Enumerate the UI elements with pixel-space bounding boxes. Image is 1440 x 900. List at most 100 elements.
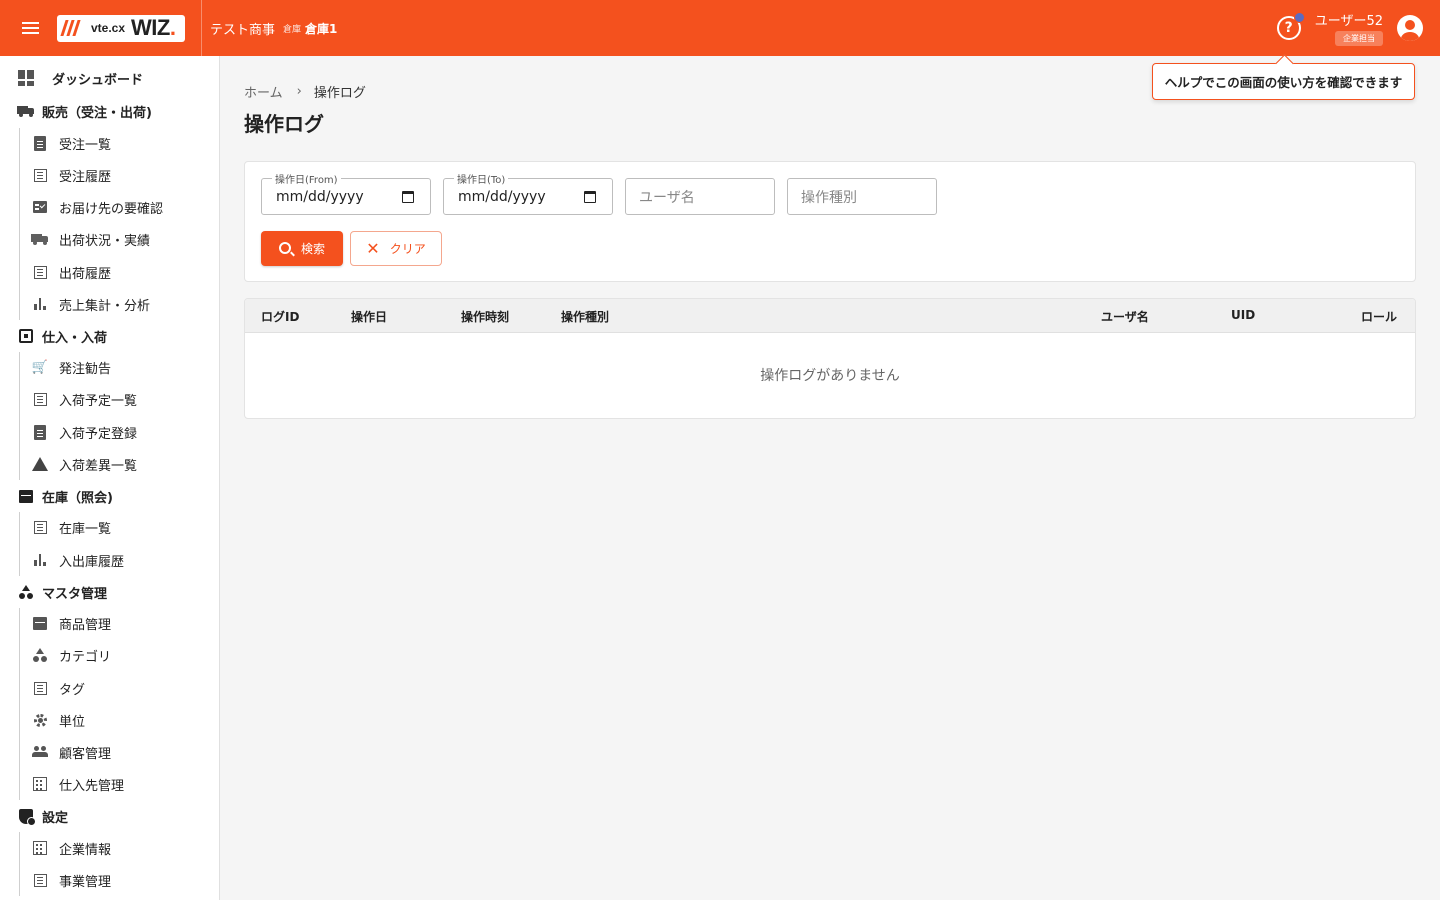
sidebar-item-order-recommend[interactable]: 🛒 発注勧告 <box>0 352 219 382</box>
shield-icon <box>17 807 36 826</box>
help-notification-dot <box>1293 12 1305 23</box>
app-logo[interactable]: vte.cx WIZ. <box>57 14 185 42</box>
inbox-icon <box>17 327 35 345</box>
close-icon: ✕ <box>366 239 380 258</box>
column-header-username[interactable]: ユーザ名 <box>1101 308 1149 325</box>
list-icon <box>31 390 49 408</box>
sidebar-item-suppliers[interactable]: 仕入先管理 <box>0 769 219 799</box>
cart-icon: 🛒 <box>31 359 49 375</box>
list-icon <box>31 263 49 281</box>
sidebar-section-settings[interactable]: 設定 <box>0 801 219 831</box>
operation-type-input[interactable]: 操作種別 <box>787 178 937 215</box>
sidebar-section-label: マスタ管理 <box>42 586 108 602</box>
sidebar-item-products[interactable]: 商品管理 <box>0 608 219 638</box>
hamburger-icon <box>21 27 39 29</box>
sidebar-item-shipping-status[interactable]: 出荷状況・実績 <box>0 224 219 254</box>
truck-icon <box>31 230 49 248</box>
help-tooltip-text: ヘルプでこの画面の使い方を確認できます <box>1164 75 1403 90</box>
sidebar-item-tags[interactable]: タグ <box>0 673 219 703</box>
sidebar-section-inventory[interactable]: 在庫（照会) <box>0 481 219 511</box>
sidebar-item-customers[interactable]: 顧客管理 <box>0 737 219 767</box>
sidebar-item-sales-analysis[interactable]: 売上集計・分析 <box>0 289 219 319</box>
sidebar-item-stock-history[interactable]: 入出庫履歴 <box>0 545 219 575</box>
operation-type-placeholder: 操作種別 <box>801 189 857 206</box>
sidebar-section-label: 設定 <box>42 810 69 826</box>
date-from-label: 操作日(From) <box>272 171 341 186</box>
checklist-icon <box>31 198 49 216</box>
sidebar-section-label: 仕入・入荷 <box>42 330 108 346</box>
column-header-role[interactable]: ロール <box>1361 308 1397 325</box>
date-to-field[interactable]: 操作日(To) mm/dd/yyyy <box>443 171 613 215</box>
sidebar-item-units[interactable]: 単位 <box>0 705 219 735</box>
archive-icon <box>31 614 49 632</box>
sidebar-section-sales[interactable]: 販売（受注・出荷) <box>0 96 219 126</box>
date-to-label: 操作日(To) <box>454 171 509 186</box>
sidebar-item-company-info[interactable]: 企業情報 <box>0 833 219 863</box>
list-icon <box>31 679 49 697</box>
sidebar-item-arrival-schedule[interactable]: 入荷予定一覧 <box>0 384 219 414</box>
sidebar-item-shipping-history[interactable]: 出荷履歴 <box>0 257 219 287</box>
help-tooltip: ヘルプでこの画面の使い方を確認できます <box>1152 63 1415 100</box>
clear-button[interactable]: ✕ クリア <box>350 231 442 266</box>
breadcrumb: ホーム › 操作ログ <box>244 82 366 101</box>
company-name: テスト商事 <box>210 22 276 38</box>
sidebar-item-category[interactable]: カテゴリ <box>0 640 219 670</box>
menu-button[interactable] <box>0 0 60 56</box>
sidebar-item-order-history[interactable]: 受注履歴 <box>0 160 219 190</box>
breadcrumb-current: 操作ログ <box>313 85 366 101</box>
people-icon <box>31 743 49 761</box>
sidebar-item-label: 受注一覧 <box>59 137 112 153</box>
sidebar-section-master[interactable]: マスタ管理 <box>0 577 219 607</box>
logo-text: vte.cx <box>91 21 126 35</box>
column-header-log-id[interactable]: ログID <box>261 308 299 325</box>
sidebar-item-stock-list[interactable]: 在庫一覧 <box>0 512 219 542</box>
search-button[interactable]: 検索 <box>261 231 343 266</box>
sidebar-section-label: 在庫（照会) <box>42 490 113 506</box>
sidebar-item-business[interactable]: 事業管理 <box>0 865 219 895</box>
sidebar-item-arrival-register[interactable]: 入荷予定登録 <box>0 417 219 447</box>
breadcrumb-home[interactable]: ホーム <box>244 82 283 101</box>
sidebar-item-label: 仕入先管理 <box>59 778 125 794</box>
help-button[interactable]: ? <box>1276 12 1305 40</box>
sidebar-section-label: 販売（受注・出荷) <box>42 105 152 121</box>
logo-mark-icon <box>60 19 85 37</box>
sidebar-item-label: 顧客管理 <box>59 746 112 762</box>
sidebar: ダッシュボード 販売（受注・出荷) 受注一覧 受注履歴 お届け先の要確認 出荷状… <box>0 56 220 900</box>
shapes-icon <box>17 583 35 601</box>
sidebar-item-orders[interactable]: 受注一覧 <box>0 128 219 158</box>
page-title: 操作ログ <box>244 112 324 136</box>
truck-icon <box>17 102 35 120</box>
column-header-date[interactable]: 操作日 <box>351 308 387 325</box>
date-from-value: mm/dd/yyyy <box>276 188 364 205</box>
sidebar-item-dashboard[interactable]: ダッシュボード <box>0 63 219 93</box>
user-role-badge: 企業担当 <box>1335 31 1383 46</box>
account-avatar-icon[interactable] <box>1397 15 1423 41</box>
app-header: vte.cx WIZ. テスト商事 倉庫 倉庫1 ? ユーザー52 企業担当 <box>0 0 1440 56</box>
sidebar-item-label: 受注履歴 <box>59 169 112 185</box>
sidebar-item-delivery-check[interactable]: お届け先の要確認 <box>0 192 219 222</box>
bar-chart-icon <box>31 295 49 313</box>
calendar-icon[interactable] <box>402 191 414 203</box>
user-name: ユーザー52 <box>1314 14 1383 29</box>
list-icon <box>31 166 49 184</box>
sidebar-item-label: カテゴリ <box>59 649 112 665</box>
warehouse-name[interactable]: 倉庫1 <box>305 20 337 37</box>
sidebar-item-label: 出荷履歴 <box>59 266 112 282</box>
column-header-time[interactable]: 操作時刻 <box>461 308 509 325</box>
calendar-icon[interactable] <box>584 191 596 203</box>
sidebar-section-purchasing[interactable]: 仕入・入荷 <box>0 321 219 351</box>
chevron-right-icon: › <box>296 83 302 99</box>
warehouse-label: 倉庫 <box>283 24 302 35</box>
username-input[interactable]: ユーザ名 <box>625 178 775 215</box>
sidebar-item-arrival-diff[interactable]: 入荷差異一覧 <box>0 449 219 479</box>
logo-brand: WIZ. <box>131 15 176 40</box>
sidebar-item-label: 入出庫履歴 <box>59 554 125 570</box>
column-header-operation-type[interactable]: 操作種別 <box>561 308 609 325</box>
clear-button-label: クリア <box>389 242 426 256</box>
date-from-field[interactable]: 操作日(From) mm/dd/yyyy <box>261 171 431 215</box>
clipboard-icon <box>31 134 49 152</box>
search-button-label: 検索 <box>300 242 325 256</box>
sidebar-item-label: 企業情報 <box>59 842 112 858</box>
empty-state-message: 操作ログがありません <box>760 368 900 384</box>
column-header-uid[interactable]: UID <box>1231 308 1255 322</box>
